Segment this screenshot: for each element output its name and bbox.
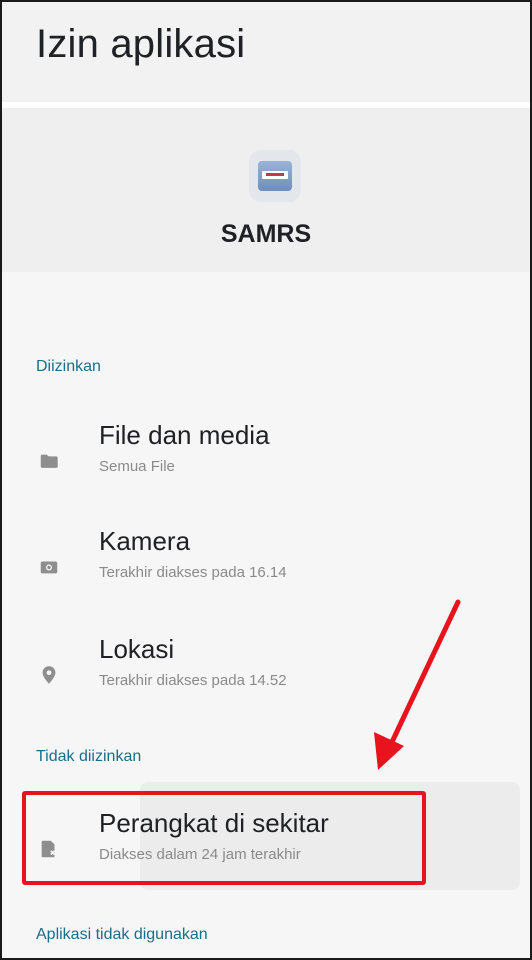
- folder-icon: [40, 454, 58, 468]
- section-label-not-allowed: Tidak diizinkan: [36, 748, 142, 765]
- samrs-logo: [258, 161, 292, 191]
- permission-title: Lokasi: [99, 634, 175, 664]
- permission-subtitle: Terakhir diakses pada 14.52: [99, 672, 287, 689]
- page-title: Izin aplikasi: [36, 22, 246, 66]
- permission-title: Kamera: [99, 526, 191, 556]
- camera-icon: [40, 561, 58, 574]
- section-label-allowed: Diizinkan: [36, 358, 101, 375]
- permission-subtitle: Terakhir diakses pada 16.14: [99, 564, 287, 581]
- permission-title: File dan media: [99, 420, 270, 450]
- section-label-unused-apps: Aplikasi tidak digunakan: [36, 926, 208, 943]
- app-icon: [249, 150, 301, 202]
- app-name: SAMRS: [220, 220, 312, 248]
- permission-item-location[interactable]: Lokasi Terakhir diakses pada 14.52: [2, 634, 530, 724]
- highlight-box: [22, 791, 426, 885]
- permission-subtitle: Semua File: [99, 458, 175, 475]
- screen-frame: Izin aplikasi SAMRS Diizinkan File dan m…: [0, 0, 532, 960]
- permission-item-camera[interactable]: Kamera Terakhir diakses pada 16.14: [2, 526, 530, 616]
- top-app-bar: Izin aplikasi: [2, 2, 530, 102]
- permission-item-files[interactable]: File dan media Semua File: [2, 420, 530, 510]
- location-icon: [42, 666, 56, 684]
